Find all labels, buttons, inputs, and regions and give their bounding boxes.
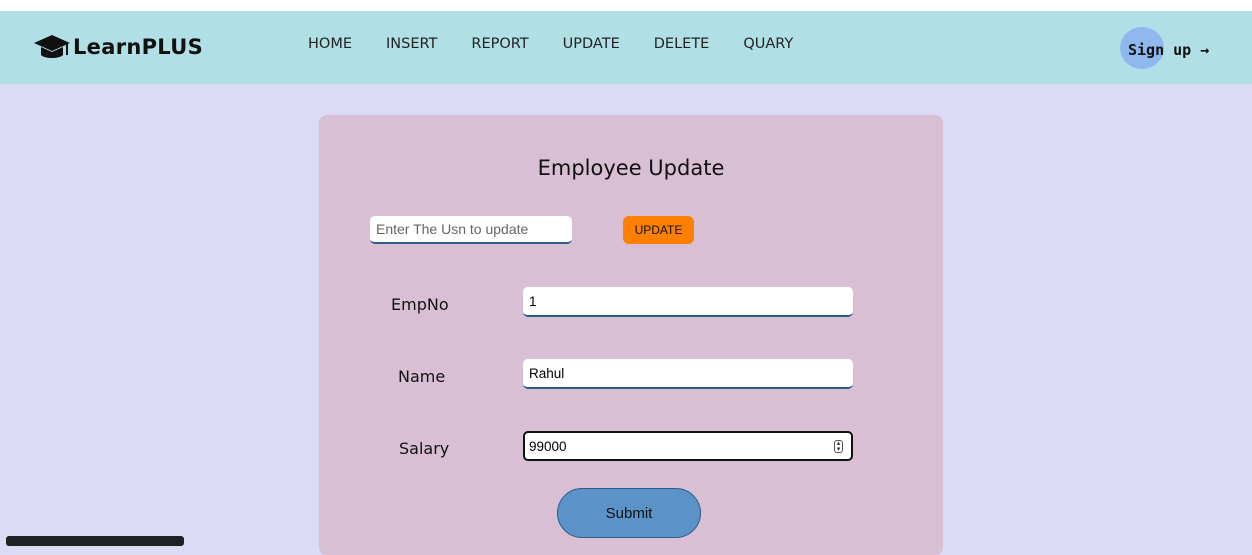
nav-home[interactable]: HOME <box>308 36 352 52</box>
empno-field[interactable] <box>523 287 853 317</box>
number-spinner-icon[interactable]: ▴ ▾ <box>834 440 843 453</box>
nav-quary[interactable]: QUARY <box>743 36 793 52</box>
brand-logo[interactable]: LearnPLUS <box>33 31 203 63</box>
name-field[interactable] <box>523 359 853 389</box>
usn-search-input[interactable] <box>370 216 572 244</box>
salary-label: Salary <box>399 439 450 458</box>
navbar: LearnPLUS HOME INSERT REPORT UPDATE DELE… <box>0 11 1252 84</box>
submit-button[interactable]: Submit <box>557 488 701 538</box>
nav-report[interactable]: REPORT <box>471 36 528 52</box>
top-border <box>0 0 1252 11</box>
salary-field-wrapper: ▴▾ <box>523 431 853 461</box>
graduation-cap-icon <box>34 35 70 58</box>
employee-update-card: Employee Update UPDATE EmpNo Name Salary… <box>319 115 943 555</box>
brand-name: LearnPLUS <box>73 35 204 59</box>
update-button[interactable]: UPDATE <box>623 216 694 244</box>
name-label: Name <box>398 367 446 386</box>
empno-label: EmpNo <box>391 295 449 314</box>
nav-insert[interactable]: INSERT <box>386 36 437 52</box>
status-tooltip <box>6 536 184 546</box>
signup-button[interactable]: Sign up → <box>1128 41 1209 59</box>
nav-links: HOME INSERT REPORT UPDATE DELETE QUARY <box>308 36 827 52</box>
nav-update[interactable]: UPDATE <box>563 36 620 52</box>
form-title: Employee Update <box>537 156 725 180</box>
nav-delete[interactable]: DELETE <box>654 36 710 52</box>
salary-field[interactable] <box>525 433 833 459</box>
